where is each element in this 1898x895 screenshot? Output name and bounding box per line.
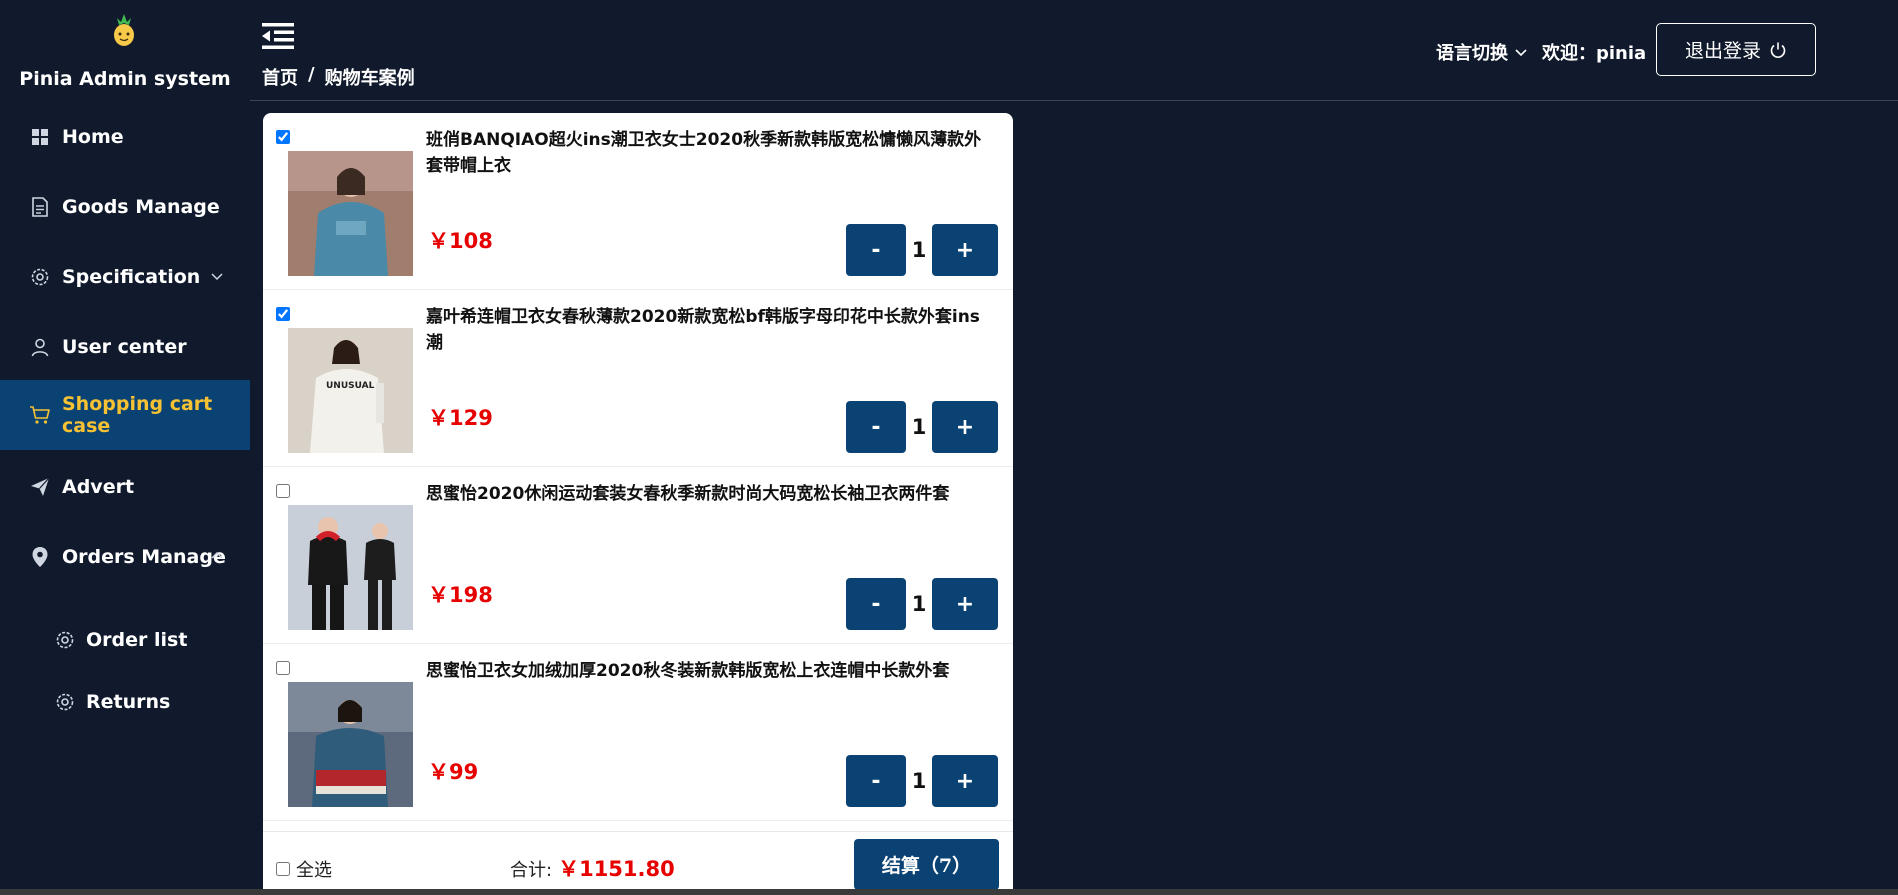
menu-fold-icon: [262, 23, 294, 49]
item-checkbox[interactable]: [276, 484, 290, 498]
decrease-quantity-button[interactable]: -: [846, 755, 906, 807]
quantity-stepper: - 1 +: [846, 755, 998, 807]
product-title: 嘉叶希连帽卫衣女春秋薄款2020新款宽松bf韩版字母印花中长款外套ins潮: [426, 307, 980, 353]
pineapple-icon: [114, 14, 134, 46]
item-checkbox[interactable]: [276, 661, 290, 675]
sidebar-item-advert[interactable]: Advert: [0, 452, 250, 522]
increase-quantity-button[interactable]: +: [932, 755, 998, 807]
quantity-value: 1: [911, 769, 927, 793]
sidebar-item-label: Specification: [62, 266, 201, 288]
checkout-button[interactable]: 结算（7）: [854, 839, 999, 890]
svg-text:UNUSUAL: UNUSUAL: [326, 381, 375, 391]
product-title: 思蜜怡2020休闲运动套装女春秋季新款时尚大码宽松长袖卫衣两件套: [426, 484, 950, 504]
language-switch-label: 语言切换: [1436, 43, 1508, 64]
sidebar-item-label: Orders Manage: [62, 546, 226, 568]
paper-plane-icon: [29, 476, 51, 498]
welcome-user-text: 欢迎：pinia: [1542, 43, 1647, 64]
product-image: UNUSUAL: [288, 328, 413, 453]
sidebar-item-user-center[interactable]: User center: [0, 312, 250, 382]
breadcrumb-current: 购物车案例: [324, 68, 415, 89]
quantity-value: 1: [911, 592, 927, 616]
sidebar-item-goods-manage[interactable]: Goods Manage: [0, 172, 250, 242]
gear-icon: [29, 266, 51, 288]
sidebar-item-specification[interactable]: Specification: [0, 242, 250, 312]
chevron-up-icon: [211, 551, 223, 559]
decrease-quantity-button[interactable]: -: [846, 224, 906, 276]
user-icon: [29, 336, 51, 358]
product-image: [288, 151, 413, 276]
quantity-value: 1: [911, 238, 927, 262]
logout-label: 退出登录: [1684, 40, 1761, 62]
cart-total: 合计: ￥1151.80: [510, 853, 675, 883]
sidebar-item-label: User center: [62, 336, 187, 358]
breadcrumb-home-link[interactable]: 首页: [262, 64, 298, 90]
power-icon: [1770, 42, 1786, 58]
logout-button[interactable]: 退出登录: [1656, 23, 1816, 76]
product-title: 思蜜怡卫衣女加绒加厚2020秋冬装新款韩版宽松上衣连帽中长款外套: [426, 661, 950, 681]
total-label: 合计:: [510, 860, 553, 881]
sidebar-subitem-label: Order list: [86, 629, 188, 651]
decrease-quantity-button[interactable]: -: [846, 401, 906, 453]
cart-item: 思蜜怡卫衣女加绒加厚2020秋冬装新款韩版宽松上衣连帽中长款外套 ￥99 - 1…: [263, 644, 1013, 821]
quantity-stepper: - 1 +: [846, 578, 998, 630]
select-all-label: 全选: [296, 860, 332, 881]
gear-icon: [54, 629, 76, 651]
select-all-checkbox[interactable]: [276, 862, 290, 876]
shopping-cart-panel: 班俏BANQIAO超火ins潮卫衣女士2020秋季新款韩版宽松慵懒风薄款外套带帽…: [263, 113, 1013, 895]
chevron-down-icon: [211, 273, 223, 281]
brand: Pinia Admin system: [0, 0, 250, 100]
sidebar-item-label: Goods Manage: [62, 196, 220, 218]
sidebar-item-orders-manage[interactable]: Orders Manage: [0, 522, 250, 592]
document-icon: [29, 196, 51, 218]
gear-icon: [54, 691, 76, 713]
product-image: [288, 682, 413, 807]
sidebar-item-home[interactable]: Home: [0, 102, 250, 172]
cart-item: UNUSUAL 嘉叶希连帽卫衣女春秋薄款2020新款宽松bf韩版字母印花中长款外…: [263, 290, 1013, 467]
sidebar-subitem-returns[interactable]: Returns: [0, 672, 250, 732]
sidebar: Pinia Admin system Home Goods Manage Spe…: [0, 0, 250, 895]
product-price: ￥198: [428, 583, 493, 607]
sidebar-item-label: Advert: [62, 476, 135, 498]
decrease-quantity-button[interactable]: -: [846, 578, 906, 630]
product-title: 班俏BANQIAO超火ins潮卫衣女士2020秋季新款韩版宽松慵懒风薄款外套带帽…: [426, 130, 982, 176]
increase-quantity-button[interactable]: +: [932, 578, 998, 630]
header-divider: [250, 100, 1898, 101]
product-image: [288, 505, 413, 630]
sidebar-item-label: Home: [62, 126, 124, 148]
chevron-down-icon: [1515, 49, 1527, 57]
product-price: ￥108: [428, 229, 493, 253]
grid-icon: [29, 126, 51, 148]
quantity-value: 1: [911, 415, 927, 439]
cart-footer: 全选 合计: ￥1151.80 结算（7）: [263, 831, 1013, 895]
cart-item: 思蜜怡2020休闲运动套装女春秋季新款时尚大码宽松长袖卫衣两件套 ￥198 - …: [263, 467, 1013, 644]
sidebar-subitem-order-list[interactable]: Order list: [0, 610, 250, 670]
brand-title: Pinia Admin system: [19, 68, 231, 90]
sidebar-item-shopping-cart-case[interactable]: Shopping cart case: [0, 380, 250, 450]
breadcrumb: 首页 / 购物车案例: [262, 64, 415, 90]
quantity-stepper: - 1 +: [846, 401, 998, 453]
quantity-stepper: - 1 +: [846, 224, 998, 276]
sidebar-item-label: Shopping cart case: [62, 393, 213, 437]
increase-quantity-button[interactable]: +: [932, 401, 998, 453]
collapse-menu-button[interactable]: [262, 22, 294, 50]
product-price: ￥129: [428, 406, 493, 430]
item-checkbox[interactable]: [276, 130, 290, 144]
total-amount: ￥1151.80: [558, 857, 675, 881]
select-all-control[interactable]: 全选: [276, 856, 332, 882]
cart-item: 班俏BANQIAO超火ins潮卫衣女士2020秋季新款韩版宽松慵懒风薄款外套带帽…: [263, 113, 1013, 290]
item-checkbox[interactable]: [276, 307, 290, 321]
breadcrumb-separator: /: [308, 64, 315, 85]
sidebar-subitem-label: Returns: [86, 691, 171, 713]
language-switch-dropdown[interactable]: 语言切换: [1436, 39, 1528, 65]
cart-icon: [29, 404, 51, 426]
location-pin-icon: [29, 546, 51, 568]
product-price: ￥99: [428, 760, 479, 784]
increase-quantity-button[interactable]: +: [932, 224, 998, 276]
bottom-edge-strip: [0, 889, 1898, 895]
